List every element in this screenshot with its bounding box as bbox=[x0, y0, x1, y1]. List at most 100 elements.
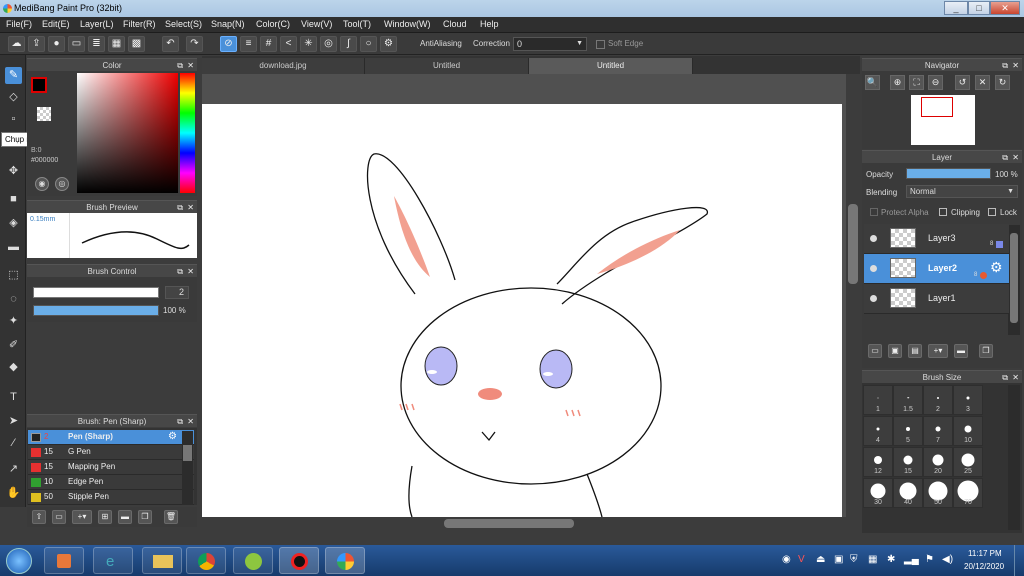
scrollbar-thumb[interactable] bbox=[848, 204, 858, 284]
perspective-snap-icon[interactable]: < bbox=[280, 36, 297, 52]
folder-icon[interactable]: ▬ bbox=[954, 344, 968, 358]
zoom-actual-icon[interactable]: ⊖ bbox=[928, 75, 943, 90]
color-wheel-icon[interactable]: ◎ bbox=[55, 177, 69, 191]
menu-file[interactable]: File(F) bbox=[6, 19, 32, 29]
zoom-in-icon[interactable]: ⊕ bbox=[890, 75, 905, 90]
menu-select[interactable]: Select(S) bbox=[165, 19, 202, 29]
media-player-icon[interactable] bbox=[44, 547, 84, 574]
undo-icon[interactable]: ↶ bbox=[162, 36, 179, 52]
rotate-right-icon[interactable]: ↻ bbox=[995, 75, 1010, 90]
brush-size-cell[interactable]: 4 bbox=[863, 416, 893, 446]
new-layer-icon[interactable]: ▭ bbox=[868, 344, 882, 358]
eraser-tool-icon[interactable]: ◇ bbox=[5, 89, 22, 106]
add-layer-menu-icon[interactable]: +▾ bbox=[928, 344, 948, 358]
grid-snap-icon[interactable]: # bbox=[260, 36, 277, 52]
brush-size-cell[interactable]: 5 bbox=[893, 416, 923, 446]
soft-edge-checkbox[interactable] bbox=[596, 40, 605, 49]
new-halftone-layer-icon[interactable]: ▣ bbox=[888, 344, 902, 358]
brush-size-cell[interactable]: 7 bbox=[923, 416, 953, 446]
chrome-icon[interactable] bbox=[186, 547, 226, 574]
concentric-snap-icon[interactable]: ◎ bbox=[320, 36, 337, 52]
clock-time[interactable]: 11:17 PM bbox=[968, 549, 1002, 558]
tab-download[interactable]: download.jpg bbox=[202, 58, 365, 74]
lock-checkbox[interactable] bbox=[988, 208, 996, 216]
usb-icon[interactable]: ⏏ bbox=[816, 554, 825, 565]
horizontal-scrollbar[interactable] bbox=[202, 517, 860, 529]
brush-size-value[interactable]: 2 bbox=[165, 286, 189, 299]
correction-select[interactable]: 0 ▼ bbox=[513, 37, 587, 51]
dot-tool-icon[interactable]: ▫ bbox=[5, 111, 22, 128]
operation-tool-icon[interactable]: ➤ bbox=[5, 413, 22, 430]
eye-icon[interactable] bbox=[870, 235, 877, 242]
app-icon[interactable] bbox=[233, 547, 273, 574]
brush-size-cell[interactable]: 2 bbox=[923, 385, 953, 415]
select-tool-icon[interactable]: ⬚ bbox=[5, 267, 22, 284]
tiles-icon[interactable]: ▩ bbox=[128, 36, 145, 52]
new-8bit-layer-icon[interactable]: ▤ bbox=[908, 344, 922, 358]
brush-size-cell[interactable]: 15 bbox=[893, 447, 923, 477]
parallel-snap-icon[interactable]: ≡ bbox=[240, 36, 257, 52]
close-icon[interactable]: ✕ bbox=[187, 415, 194, 428]
trash-icon[interactable]: 🗑 bbox=[164, 510, 178, 524]
brush-size-cell[interactable]: 25 bbox=[953, 447, 983, 477]
upload-brush-icon[interactable]: ⇧ bbox=[32, 510, 46, 524]
flag-icon[interactable]: ⚑ bbox=[925, 554, 934, 565]
brush-size-cell[interactable]: 12 bbox=[863, 447, 893, 477]
flip-icon[interactable]: ✕ bbox=[975, 75, 990, 90]
keyboard-icon[interactable]: ▦ bbox=[868, 554, 877, 565]
layer-scrollbar[interactable] bbox=[1008, 225, 1020, 335]
navigator-thumbnail[interactable] bbox=[911, 95, 975, 145]
duplicate-icon[interactable]: ❐ bbox=[979, 344, 993, 358]
brush-item[interactable]: 10 Edge Pen bbox=[28, 475, 194, 490]
clock-date[interactable]: 20/12/2020 bbox=[964, 562, 1004, 571]
display-icon[interactable]: ▣ bbox=[834, 554, 843, 565]
menu-help[interactable]: Help bbox=[480, 19, 499, 29]
add-brush-icon[interactable]: +▾ bbox=[72, 510, 92, 524]
brush-size-cell[interactable]: 40 bbox=[893, 478, 923, 508]
eye-icon[interactable] bbox=[870, 295, 877, 302]
brush-item[interactable]: 50 Stipple Pen bbox=[28, 490, 194, 505]
volume-icon[interactable]: ◀) bbox=[942, 554, 953, 565]
background-color[interactable] bbox=[37, 107, 51, 121]
tray-icon[interactable]: ◉ bbox=[782, 554, 791, 565]
brush-item[interactable]: 2 Pen (Sharp) ⚙ bbox=[28, 430, 194, 445]
document-icon[interactable]: ≣ bbox=[88, 36, 105, 52]
brush-size-cell[interactable]: 20 bbox=[923, 447, 953, 477]
saturation-value-picker[interactable] bbox=[77, 73, 178, 193]
gear-icon[interactable]: ⚙ bbox=[168, 431, 177, 442]
medibang-icon[interactable] bbox=[325, 547, 365, 574]
eyedropper-tool-icon[interactable]: ⁄ bbox=[5, 435, 22, 452]
shape-tool-icon[interactable]: ■ bbox=[5, 191, 22, 208]
antivirus-icon[interactable]: V bbox=[798, 554, 805, 565]
brush-size-cell[interactable]: 30 bbox=[863, 478, 893, 508]
show-desktop-button[interactable] bbox=[1014, 545, 1024, 576]
scrollbar-thumb[interactable] bbox=[444, 519, 574, 528]
brush-size-cell[interactable]: 1 bbox=[863, 385, 893, 415]
brush-list-scrollbar[interactable] bbox=[182, 431, 193, 505]
palette-icon[interactable]: ◉ bbox=[35, 177, 49, 191]
curve-snap-icon[interactable]: ∫ bbox=[340, 36, 357, 52]
brush-item[interactable]: 15 Mapping Pen bbox=[28, 460, 194, 475]
start-button[interactable] bbox=[6, 548, 32, 574]
brush-size-cell[interactable]: 70 bbox=[953, 478, 983, 508]
brush-size-cell[interactable]: 1.5 bbox=[893, 385, 923, 415]
lasso-tool-icon[interactable]: ◌ bbox=[5, 291, 22, 308]
chat-icon[interactable]: ● bbox=[48, 36, 65, 52]
protect-alpha-checkbox[interactable] bbox=[870, 208, 878, 216]
duplicate-icon[interactable]: ❐ bbox=[138, 510, 152, 524]
move-tool-icon[interactable]: ✥ bbox=[5, 163, 22, 180]
brush-size-cell[interactable]: 50 bbox=[923, 478, 953, 508]
recorder-icon[interactable] bbox=[279, 547, 319, 574]
settings-snap-icon[interactable]: ⚙ bbox=[380, 36, 397, 52]
brush-size-slider[interactable] bbox=[33, 287, 159, 298]
close-button[interactable]: ✕ bbox=[990, 1, 1020, 15]
cloud-icon[interactable]: ☁ bbox=[8, 36, 25, 52]
select-pen-tool-icon[interactable]: ✐ bbox=[5, 337, 22, 354]
maximize-button[interactable]: □ bbox=[968, 1, 990, 15]
fit-icon[interactable]: ⛶ bbox=[909, 75, 924, 90]
menu-color[interactable]: Color(C) bbox=[256, 19, 290, 29]
blending-select[interactable]: Normal ▼ bbox=[906, 185, 1018, 198]
select-eraser-tool-icon[interactable]: ◆ bbox=[5, 359, 22, 376]
magic-wand-tool-icon[interactable]: ✦ bbox=[5, 313, 22, 330]
brush-size-scrollbar[interactable] bbox=[1008, 385, 1020, 530]
